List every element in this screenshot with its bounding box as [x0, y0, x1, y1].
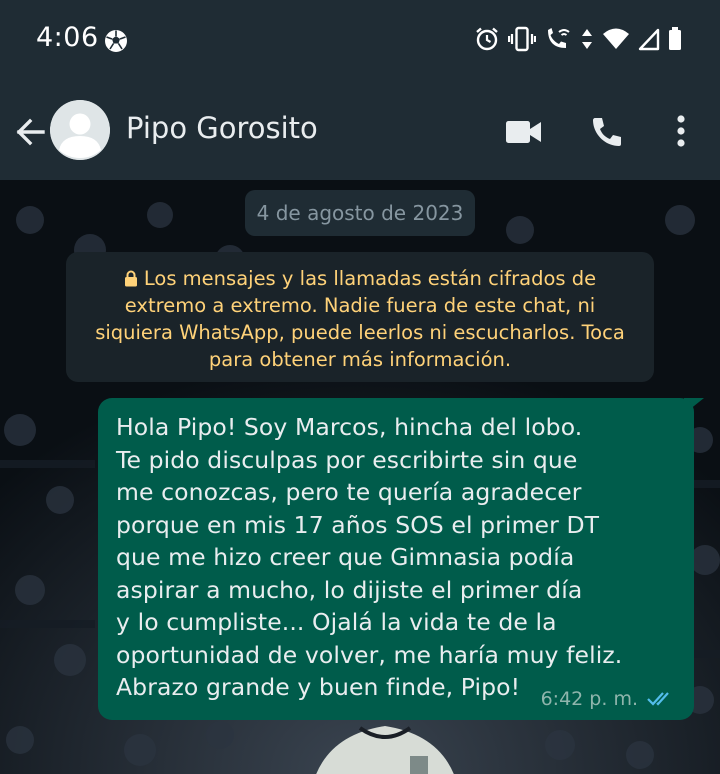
message-meta: 6:42 p. m. — [541, 688, 676, 710]
lock-icon — [124, 270, 137, 287]
data-arrows-icon — [582, 29, 592, 49]
message-line: que me hizo creer que Gimnasia podía — [116, 543, 575, 571]
date-chip: 4 de agosto de 2023 — [245, 190, 475, 236]
encryption-notice[interactable]: Los mensajes y las llamadas están cifrad… — [66, 252, 654, 382]
message-line: aspirar a mucho, lo dijiste el primer dí… — [116, 575, 583, 604]
message-line: Abrazo grande y buen finde, Pipo! — [116, 673, 521, 701]
message-line: Hola Pipo! Soy Marcos, hincha del lobo. — [116, 413, 583, 441]
encryption-notice-text: Los mensajes y las llamadas están cifrad… — [95, 267, 625, 371]
wallpaper-player-figure — [316, 726, 454, 774]
contact-name[interactable]: Pipo Gorosito — [126, 111, 318, 145]
wifi-calling-icon — [548, 28, 570, 48]
message-line: y lo cumpliste... Ojalá la vida te de la — [116, 608, 557, 636]
message-line: me conozcas, pero te quería agradecer — [116, 478, 582, 506]
more-vert-icon[interactable] — [674, 114, 688, 148]
avatar[interactable] — [50, 100, 110, 160]
back-arrow-icon[interactable] — [10, 112, 50, 152]
cell-signal-icon — [638, 28, 660, 51]
message-time: 6:42 p. m. — [540, 688, 638, 710]
wifi-icon — [603, 28, 629, 49]
chat-area[interactable]: 4 de agosto de 2023 Los mensajes y las l… — [0, 180, 720, 774]
phone-call-icon[interactable] — [590, 115, 624, 149]
status-bar: 4:06 — [0, 0, 720, 84]
message-line: porque en mis 17 años SOS el primer DT — [116, 510, 600, 539]
alarm-icon — [476, 27, 498, 51]
vibrate-icon — [508, 26, 536, 52]
status-icons — [474, 26, 682, 52]
message-line: Te pido disculpas por escribirte sin que — [116, 445, 578, 474]
outgoing-message-bubble[interactable]: Hola Pipo! Soy Marcos, hincha del lobo. … — [98, 398, 694, 720]
battery-icon — [669, 27, 681, 50]
message-text: Hola Pipo! Soy Marcos, hincha del lobo. … — [116, 411, 678, 704]
avatar-icon — [50, 100, 110, 160]
video-call-icon[interactable] — [504, 117, 544, 147]
double-check-read-icon — [647, 692, 669, 706]
message-line: oportunidad de volver, me haría muy feli… — [116, 640, 623, 669]
soccer-ball-icon — [105, 30, 127, 52]
status-time: 4:06 — [36, 22, 99, 53]
